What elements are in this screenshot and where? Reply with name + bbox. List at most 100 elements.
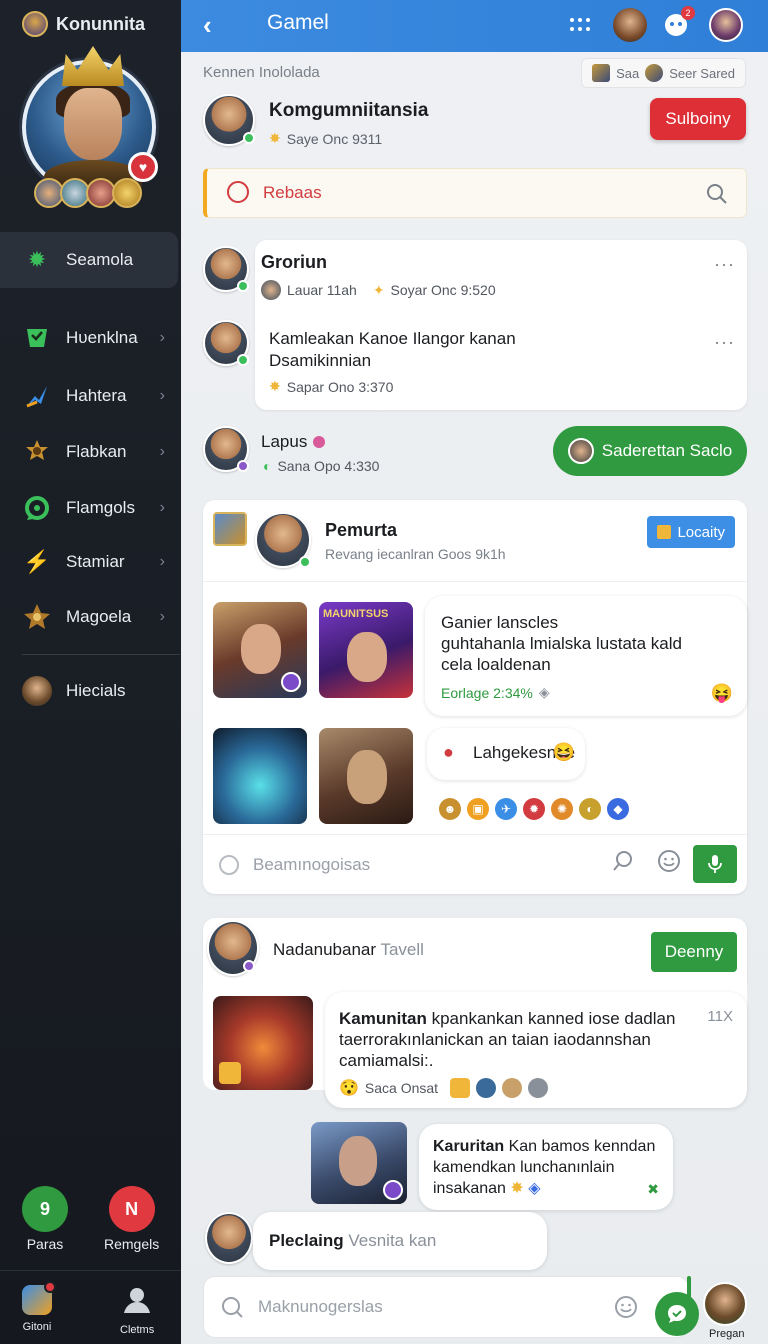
tomato-icon: ● <box>443 742 454 762</box>
reaction-icon[interactable]: ▣ <box>467 798 489 820</box>
sidebar-item-3[interactable]: Flabkan › <box>0 424 181 480</box>
user-avatar-icon[interactable] <box>709 8 743 42</box>
locality-tag[interactable]: Locaity <box>647 516 735 548</box>
sidebar-item-2[interactable]: Hahtera › <box>0 368 181 424</box>
online-status-icon <box>299 556 311 568</box>
emoji-icon[interactable] <box>614 1295 638 1324</box>
shield-icon <box>22 323 52 353</box>
send-chat-icon[interactable] <box>655 1292 699 1336</box>
grid-menu-icon[interactable] <box>563 8 597 42</box>
location-icon: 9 <box>22 1186 68 1232</box>
sidebar-item-0[interactable]: ✹ Seamola <box>0 232 178 288</box>
seen-by-pill[interactable]: Saa Seer Sared <box>581 58 746 88</box>
footer-item-profile[interactable]: Cletms <box>120 1285 154 1336</box>
post-meta: ◐ Sana Opo 4:330 <box>263 458 380 474</box>
search-input[interactable]: Rebaas <box>263 183 322 203</box>
game-thumbnail[interactable] <box>319 728 413 824</box>
refresh-icon <box>22 493 52 523</box>
feature-card: Pemurta Revang iecanlran Goos 9k1h Locai… <box>203 500 747 894</box>
sidebar-item-label: Stamiar <box>66 552 125 571</box>
heart-icon[interactable]: ♥ <box>128 152 158 182</box>
back-arrow-icon[interactable]: ‹ <box>203 10 212 41</box>
user-avatar[interactable] <box>205 1212 253 1264</box>
post-author[interactable]: Lapus <box>261 432 307 452</box>
sidebar-item-6[interactable]: Magoela › <box>0 589 181 645</box>
sidebar-item-label: Seamola <box>66 250 134 269</box>
badge-icon <box>383 1180 403 1200</box>
message-input[interactable]: Maknunogerslas <box>258 1297 383 1317</box>
reply-thumbnail[interactable] <box>311 1122 407 1204</box>
friend-avatar-icon[interactable] <box>613 8 647 42</box>
subscribe-button[interactable]: Sulboiny <box>650 98 746 140</box>
thread-header: Nadanubanar Tavell Deenny <box>203 918 747 984</box>
reaction-icon[interactable] <box>476 1078 497 1098</box>
reaction-icon[interactable]: ✺ <box>551 798 573 820</box>
more-options-icon[interactable]: ··· <box>714 332 735 353</box>
search-icon[interactable] <box>611 849 635 879</box>
feature-title: Pemurta <box>325 520 398 540</box>
add-icon[interactable] <box>219 855 239 875</box>
remgels-button[interactable]: N Remgels <box>104 1186 159 1252</box>
check-icon: ✖ <box>647 1181 659 1197</box>
post-author[interactable]: Groriun <box>261 252 327 273</box>
reaction-icon[interactable]: ✹ <box>523 798 545 820</box>
reaction-icon[interactable] <box>502 1078 523 1098</box>
chevron-right-icon: › <box>159 499 165 516</box>
post-meta: Lauar 11ah ✦ Soyar Onc 9:520 <box>261 280 496 300</box>
reaction-icon[interactable]: ☻ <box>439 798 461 820</box>
sidebar-item-7[interactable]: Hiecials <box>0 663 181 719</box>
last-message[interactable]: Pleclaing Vesnita kan <box>253 1212 547 1270</box>
chevron-right-icon: › <box>159 387 165 404</box>
message-composer: Maknunogerslas <box>203 1276 689 1338</box>
game-thumbnail[interactable] <box>213 602 307 698</box>
deenny-button[interactable]: Deenny <box>651 932 737 972</box>
reaction-row[interactable]: ☻ ▣ ✈ ✹ ✺ ◐ ◆ <box>439 798 629 820</box>
search-icon[interactable] <box>220 1295 244 1324</box>
notification-icon[interactable]: 2 <box>659 6 695 42</box>
sidebar-item-5[interactable]: ⚡ Stamiar › <box>0 534 181 590</box>
coin-icon: ✸ <box>510 1180 524 1197</box>
emoji-icon[interactable] <box>657 849 681 879</box>
emoji-icon: 😆 <box>552 742 575 762</box>
saderettan-button[interactable]: Saderettan Saclo <box>553 426 747 476</box>
game-thumbnail[interactable] <box>213 728 307 824</box>
emoji-icon: 😯 <box>339 1080 359 1097</box>
microphone-icon[interactable] <box>693 845 737 883</box>
sidebar-item-label: Hυenklna <box>66 328 138 347</box>
paras-button[interactable]: 9 Paras <box>22 1186 68 1252</box>
group-name: Komgumniitansia <box>269 100 429 121</box>
top-bar: ‹ Gamel 2 <box>181 0 768 52</box>
message-bubble[interactable]: Kamunitan kpankankan kanned iose dadlan … <box>325 992 747 1108</box>
sidebar-item-4[interactable]: Flamgols › <box>0 480 181 536</box>
reaction-icon[interactable] <box>528 1078 549 1098</box>
game-thumbnail[interactable] <box>213 996 313 1090</box>
reaction-icon[interactable]: ◐ <box>579 798 601 820</box>
sidebar-item-label: Hiecials <box>66 681 126 700</box>
sidebar-item-1[interactable]: Hυenklna › <box>0 310 181 366</box>
sidebar-brand[interactable]: Konunnita <box>22 10 145 38</box>
search-bar[interactable]: Rebaas <box>203 168 747 218</box>
footer-item-apps[interactable]: Gitoni <box>22 1281 56 1333</box>
thread-author[interactable]: Nadanubanar Tavell <box>273 940 424 960</box>
more-options-icon[interactable]: ··· <box>714 254 735 275</box>
thumb-label: MAUNITSUS <box>323 608 389 620</box>
leaf-icon: ◐ <box>263 458 272 474</box>
coin-icon: ✦ <box>372 281 385 298</box>
footer-label: Gitoni <box>22 1321 52 1333</box>
star-icon <box>22 602 52 632</box>
message-bubble[interactable]: ● Lahgekesnde 😆 <box>427 728 585 780</box>
message-bubble[interactable]: Ganier lanscles guhtahanla lmialska lust… <box>425 596 747 716</box>
reaction-icon[interactable]: ◆ <box>607 798 629 820</box>
brand-title: Konunnita <box>56 13 145 34</box>
game-thumbnail[interactable]: MAUNITSUS <box>319 602 413 698</box>
gear-icon: ✹ <box>27 247 47 272</box>
game-icon[interactable] <box>213 512 247 546</box>
search-icon[interactable] <box>706 183 728 210</box>
reaction-icon[interactable] <box>450 1078 471 1098</box>
reaction-icon[interactable]: ✈ <box>495 798 517 820</box>
message-text: insakanan ✸ ◈ <box>433 1180 541 1197</box>
message-text: Kamunitan kpankankan kanned iose dadlan <box>339 1009 676 1028</box>
comment-input[interactable]: Beamınogoisas <box>253 855 370 875</box>
reply-bubble[interactable]: Karuritan Kan bamos kenndan kamendkan lu… <box>419 1124 673 1210</box>
user-avatar[interactable] <box>703 1282 747 1326</box>
